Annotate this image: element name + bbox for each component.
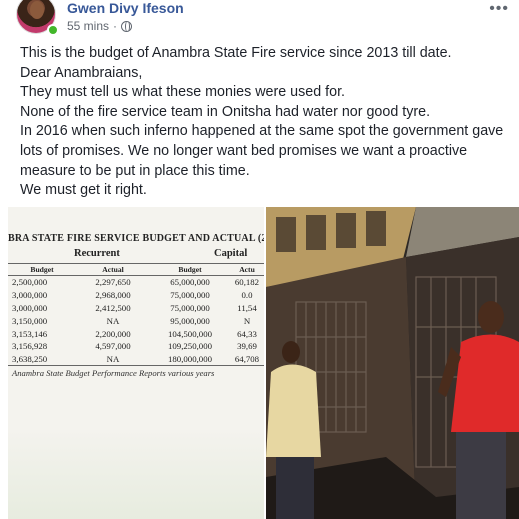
post-line: Dear Anambraians, (20, 64, 143, 81)
post-time[interactable]: 55 mins (67, 19, 109, 33)
post-line: measure to be put in place this time. (20, 162, 250, 179)
post-line: None of the fire service team in Onitsha… (20, 103, 431, 120)
table-row: 3,000,000 2,968,000 75,000,000 0.0 (12, 290, 253, 301)
table-row: 3,000,000 2,412,500 75,000,000 11,54 (12, 302, 257, 313)
recurrent-group-label: Recurrent (74, 248, 120, 259)
table-row: 2,500,000 2,297,650 65,000,000 60,182 (12, 277, 260, 288)
col-header: Budget (8, 263, 76, 276)
budget-table: BRA STATE FIRE SERVICE BUDGET AND ACTUAL… (8, 233, 264, 366)
more-options-icon[interactable]: ••• (489, 0, 509, 18)
post-line: In 2016 when such inferno happened at th… (20, 123, 504, 140)
post-line: We must get it right. (20, 182, 147, 199)
table-row: 3,156,928 4,597,000 109,250,000 39,69 (12, 341, 257, 352)
table-source-note: Anambra State Budget Performance Reports… (12, 368, 215, 378)
online-status-dot (47, 24, 59, 36)
post-line: They must tell us what these monies were… (20, 84, 346, 101)
photo-background (8, 429, 264, 519)
capital-group-label: Capital (214, 248, 248, 259)
burned-market-photo[interactable] (266, 207, 519, 519)
post-meta: 55 mins · (67, 19, 133, 33)
post-line: lots of promises. We no longer want bed … (20, 142, 468, 159)
budget-table-title: BRA STATE FIRE SERVICE BUDGET AND ACTUAL… (8, 233, 264, 244)
col-header: Actu (230, 263, 264, 276)
post-line: This is the budget of Anambra State Fire… (20, 45, 452, 61)
fire-scene-illustration (266, 207, 519, 519)
author-name[interactable]: Gwen Divy Ifeson (67, 0, 184, 16)
table-row: 3,153,146 2,200,000 104,500,000 64,33 (12, 328, 257, 339)
col-header: Budget (150, 263, 230, 276)
post-body: This is the budget of Anambra State Fire… (20, 44, 512, 201)
budget-table-photo[interactable]: BRA STATE FIRE SERVICE BUDGET AND ACTUAL… (8, 207, 264, 519)
globe-icon[interactable] (121, 20, 133, 32)
table-row: 3,150,000 NA 95,000,000 N (12, 315, 251, 326)
meta-separator: · (113, 19, 118, 33)
post-header: Gwen Divy Ifeson 55 mins · ••• (0, 0, 519, 36)
col-header: Actual (76, 263, 150, 276)
table-row: 3,638,250 NA 180,000,000 64,708 (8, 353, 264, 366)
